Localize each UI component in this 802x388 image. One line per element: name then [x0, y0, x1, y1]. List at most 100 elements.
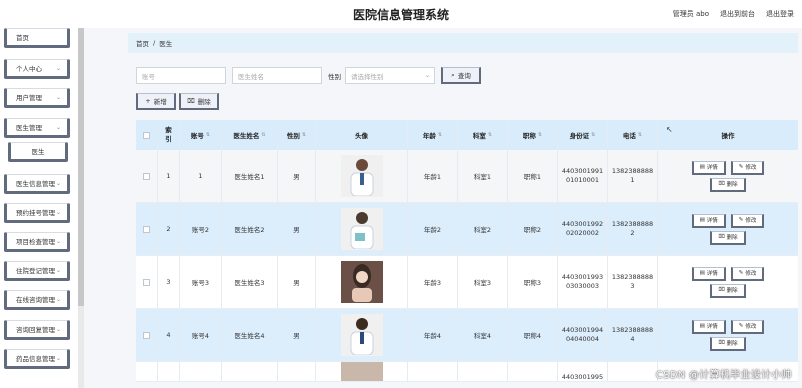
cell-index: 2: [158, 203, 180, 255]
row-checkbox[interactable]: [143, 278, 150, 286]
sidebar-item-consult[interactable]: 在线咨询管理 ⌄: [4, 290, 70, 310]
cell-name: 医生姓名3: [222, 256, 278, 308]
detail-button[interactable]: ▤ 详情: [691, 213, 726, 228]
sidebar-subitem-doctor[interactable]: 医生: [8, 142, 68, 162]
cell-dept: 科室3: [458, 256, 508, 308]
doctor-table: 索引 账号 ⇅ 医生姓名 ⇅ 性别 ⇅ 头像 年龄 ⇅ 科室 ⇅ 职称 ⇅ 身份证 ⇅ 电话 ⇅…: [136, 120, 798, 382]
trash-icon: ⌧: [718, 287, 725, 293]
row-actions: ▤ 详情 ✎ 修改 ⌧ 删除: [691, 266, 765, 298]
pencil-icon: ✎: [738, 164, 744, 170]
header-label: 科室: [472, 132, 486, 140]
edit-button[interactable]: ✎ 修改: [730, 160, 765, 175]
cell-age: 年龄3: [408, 256, 458, 308]
sidebar-item-admissions[interactable]: 住院登记管理 ⌄: [4, 261, 70, 281]
sort-icon: ⇅: [205, 132, 211, 138]
select-all-checkbox[interactable]: [143, 131, 150, 139]
doctor-avatar-image: [340, 314, 383, 356]
header-label: 职称: [522, 132, 536, 140]
header-account[interactable]: 账号 ⇅: [180, 120, 222, 150]
sidebar-item-profile[interactable]: 个人中心 ⌄: [4, 59, 70, 79]
chevron-down-icon: ⌄: [55, 209, 61, 216]
header-phone[interactable]: 电话 ⇅: [608, 120, 658, 150]
header-dept[interactable]: 科室 ⇅: [458, 120, 508, 150]
button-label: 详情: [706, 324, 718, 330]
sidebar-item-label: 咨询回复管理: [16, 326, 55, 334]
sidebar-item-label: 项目检查管理: [16, 238, 55, 246]
header-label: 身份证: [569, 132, 590, 140]
sidebar-item-appointments[interactable]: 预约挂号管理 ⌄: [4, 203, 70, 223]
cell-avatar: [316, 309, 408, 361]
cell-title: 职称1: [508, 150, 558, 202]
back-to-frontend-link[interactable]: 退出到前台: [720, 9, 755, 19]
header-title[interactable]: 职称 ⇅: [508, 120, 558, 150]
row-actions: ▤ 详情 ✎ 修改 ⌧ 删除: [691, 213, 765, 245]
logout-link[interactable]: 退出登录: [766, 9, 794, 19]
cell-phone: 13823888881: [608, 150, 658, 202]
document-icon: ▤: [699, 164, 705, 170]
cell-name: 医生姓名4: [222, 309, 278, 361]
delete-button[interactable]: ⌧ 删除: [179, 93, 219, 110]
breadcrumb: 首页 / 医生: [128, 33, 798, 53]
row-delete-button[interactable]: ⌧ 删除: [710, 336, 746, 351]
cell-phone: 13823888882: [608, 203, 658, 255]
cell-index: [158, 362, 180, 381]
cell-ops: ▤ 详情 ✎ 修改 ⌧ 删除: [658, 203, 798, 255]
sidebar-item-replies[interactable]: 咨询回复管理 ⌄: [4, 320, 70, 340]
header-index: 索引: [158, 120, 180, 150]
cell-avatar: [316, 203, 408, 255]
edit-button[interactable]: ✎ 修改: [730, 213, 765, 228]
add-button[interactable]: + 新增: [136, 93, 176, 110]
row-delete-button[interactable]: ⌧ 删除: [710, 230, 746, 245]
detail-button[interactable]: ▤ 详情: [691, 319, 726, 334]
detail-button[interactable]: ▤ 详情: [691, 160, 726, 175]
gender-select[interactable]: 请选择性别 ⌄: [345, 67, 435, 84]
row-checkbox[interactable]: [143, 225, 150, 233]
button-label: 修改: [745, 324, 757, 330]
name-search-input[interactable]: 医生姓名: [232, 67, 322, 84]
cell-dept: 科室2: [458, 203, 508, 255]
breadcrumb-separator: /: [153, 39, 156, 47]
sidebar-item-doctor-info[interactable]: 医生信息管理 ⌄: [4, 174, 70, 194]
cell-id-card: 4403001995: [558, 362, 608, 381]
header-gender[interactable]: 性别 ⇅: [278, 120, 316, 150]
action-bar: + 新增 ⌧ 删除: [136, 93, 219, 110]
sidebar-item-exams[interactable]: 项目检查管理 ⌄: [4, 232, 70, 252]
cell-account: 账号3: [180, 256, 222, 308]
top-bar: 医院信息管理系统 管理员 abo 退出到前台 退出登录: [0, 0, 802, 28]
row-checkbox[interactable]: [143, 331, 150, 339]
cell-account: 账号2: [180, 203, 222, 255]
row-checkbox-cell: [136, 309, 158, 361]
cell-dept: 科室1: [458, 150, 508, 202]
top-links: 管理员 abo 退出到前台 退出登录: [673, 9, 794, 19]
cell-id-card: 440300199303030003: [558, 256, 608, 308]
breadcrumb-home[interactable]: 首页: [136, 38, 149, 48]
sidebar-item-home[interactable]: 首页: [4, 28, 70, 48]
account-search-input[interactable]: 账号: [136, 67, 226, 84]
header-label: 性别: [286, 132, 300, 140]
gender-label: 性别: [328, 72, 341, 81]
edit-button[interactable]: ✎ 修改: [730, 266, 765, 281]
table-row: 2 账号2 医生姓名2 男 年龄2 科室2 职称2 44030019920202…: [136, 203, 798, 256]
cell-dept: [458, 362, 508, 381]
row-delete-button[interactable]: ⌧ 删除: [710, 283, 746, 298]
edit-button[interactable]: ✎ 修改: [730, 319, 765, 334]
cell-avatar: [316, 256, 408, 308]
cell-index: 4: [158, 309, 180, 361]
button-label: 删除: [726, 341, 738, 347]
sidebar-item-doctors[interactable]: 医生管理 ⌄: [4, 118, 70, 138]
query-button[interactable]: ⌕ 查询: [441, 67, 481, 84]
header-age[interactable]: 年龄 ⇅: [408, 120, 458, 150]
header-id-card[interactable]: 身份证 ⇅: [558, 120, 608, 150]
sidebar-item-drugs[interactable]: 药品信息管理 ⌄: [4, 349, 70, 369]
sort-icon: ⇅: [437, 132, 443, 138]
cell-text: 13823888884: [611, 326, 654, 343]
detail-button[interactable]: ▤ 详情: [691, 266, 726, 281]
sidebar-item-label: 医生管理: [16, 124, 42, 132]
button-label: 详情: [706, 271, 718, 277]
document-icon: ▤: [699, 217, 705, 223]
trash-icon: ⌧: [718, 340, 725, 346]
row-checkbox[interactable]: [143, 172, 150, 180]
row-delete-button[interactable]: ⌧ 删除: [710, 177, 746, 192]
sidebar-item-users[interactable]: 用户管理 ⌄: [4, 88, 70, 108]
header-name[interactable]: 医生姓名 ⇅: [222, 120, 278, 150]
